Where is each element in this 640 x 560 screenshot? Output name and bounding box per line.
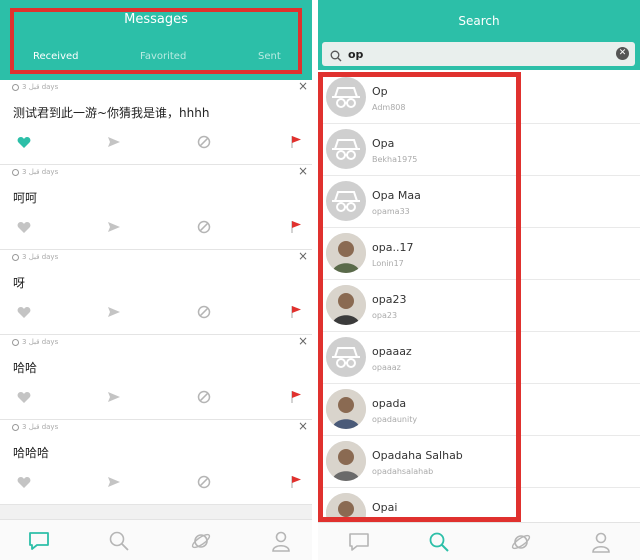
page-title: Search xyxy=(458,14,500,28)
timestamp: قبل 3 days xyxy=(12,168,58,176)
message-actions xyxy=(0,132,312,152)
message-list: قبل 3 days × 测试君到此一游~你猜我是谁，hhhh قبل 3 da… xyxy=(0,80,312,505)
search-screen: Search ✕ Op Adm808 Opa Bekha1975 xyxy=(318,0,640,560)
messages-tab-icon[interactable] xyxy=(348,531,370,553)
messages-screen: Messages Received Favorited Sent قبل 3 d… xyxy=(0,0,312,560)
close-icon[interactable]: × xyxy=(298,80,308,92)
timestamp-text: قبل 3 days xyxy=(22,168,59,176)
send-icon[interactable] xyxy=(104,472,124,492)
block-icon[interactable] xyxy=(194,217,214,237)
timestamp: قبل 3 days xyxy=(12,253,58,261)
search-header: Search xyxy=(318,0,640,38)
timestamp-text: قبل 3 days xyxy=(22,253,59,261)
block-icon[interactable] xyxy=(194,132,214,152)
clock-icon xyxy=(12,423,19,431)
send-icon[interactable] xyxy=(104,217,124,237)
timestamp: قبل 3 days xyxy=(12,423,58,431)
clock-icon xyxy=(12,253,19,261)
flag-icon[interactable] xyxy=(286,387,306,407)
search-tab-icon[interactable] xyxy=(108,530,130,552)
messages-tab-icon[interactable] xyxy=(28,530,50,552)
close-icon[interactable]: × xyxy=(298,420,308,432)
bottom-tab-bar xyxy=(318,522,640,560)
timestamp: قبل 3 days xyxy=(12,83,58,91)
bottom-tab-bar xyxy=(0,519,312,560)
message-item: قبل 3 days × 呵呵 xyxy=(0,165,312,250)
clock-icon xyxy=(12,83,19,91)
message-item: قبل 3 days × 呀 xyxy=(0,250,312,335)
heart-icon[interactable] xyxy=(14,387,34,407)
message-text: 测试君到此一游~你猜我是谁，hhhh xyxy=(13,106,210,120)
message-text: 呵呵 xyxy=(13,191,38,205)
flag-icon[interactable] xyxy=(286,472,306,492)
planet-tab-icon[interactable] xyxy=(510,531,532,553)
message-text: 哈哈哈 xyxy=(13,446,50,460)
timestamp: قبل 3 days xyxy=(12,338,58,346)
message-text: 哈哈 xyxy=(13,361,38,375)
clear-icon[interactable]: ✕ xyxy=(616,47,629,60)
send-icon[interactable] xyxy=(104,302,124,322)
search-input[interactable] xyxy=(348,45,598,63)
timestamp-text: قبل 3 days xyxy=(22,83,59,91)
heart-icon[interactable] xyxy=(14,302,34,322)
profile-tab-icon[interactable] xyxy=(590,531,612,553)
clock-icon xyxy=(12,168,19,176)
flag-icon[interactable] xyxy=(286,132,306,152)
send-icon[interactable] xyxy=(104,387,124,407)
message-item: قبل 3 days × 哈哈 xyxy=(0,335,312,420)
planet-tab-icon[interactable] xyxy=(190,530,212,552)
flag-icon[interactable] xyxy=(286,217,306,237)
profile-tab-icon[interactable] xyxy=(270,530,292,552)
search-icon xyxy=(330,47,342,66)
message-actions xyxy=(0,387,312,407)
send-icon[interactable] xyxy=(104,132,124,152)
message-item: قبل 3 days × 测试君到此一游~你猜我是谁，hhhh xyxy=(0,80,312,165)
flag-icon[interactable] xyxy=(286,302,306,322)
heart-icon[interactable] xyxy=(14,217,34,237)
message-item: قبل 3 days × 哈哈哈 xyxy=(0,420,312,505)
highlight-box xyxy=(318,72,521,522)
search-field[interactable]: ✕ xyxy=(322,42,635,66)
message-actions xyxy=(0,472,312,492)
block-icon[interactable] xyxy=(194,387,214,407)
timestamp-text: قبل 3 days xyxy=(22,423,59,431)
block-icon[interactable] xyxy=(194,472,214,492)
close-icon[interactable]: × xyxy=(298,250,308,262)
heart-icon[interactable] xyxy=(14,132,34,152)
close-icon[interactable]: × xyxy=(298,335,308,347)
message-actions xyxy=(0,302,312,322)
message-actions xyxy=(0,217,312,237)
block-icon[interactable] xyxy=(194,302,214,322)
close-icon[interactable]: × xyxy=(298,165,308,177)
timestamp-text: قبل 3 days xyxy=(22,338,59,346)
search-tab-icon[interactable] xyxy=(428,531,450,553)
heart-icon[interactable] xyxy=(14,472,34,492)
highlight-box xyxy=(10,8,302,74)
clock-icon xyxy=(12,338,19,346)
message-text: 呀 xyxy=(13,276,26,290)
